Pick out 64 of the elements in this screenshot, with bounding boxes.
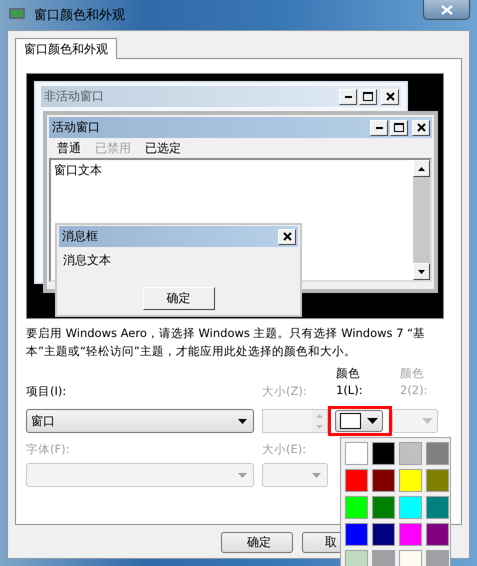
down-arrow-icon	[418, 270, 425, 274]
color-cell[interactable]	[345, 442, 368, 465]
color-label: 颜色 2(2):	[399, 365, 428, 399]
item-label: 项目(I):	[26, 384, 68, 400]
down-arrow-icon	[316, 424, 323, 428]
monitor-icon	[8, 6, 26, 24]
item-dropdown[interactable]: 窗口	[26, 409, 254, 433]
minimize-icon	[376, 126, 382, 128]
color-cell[interactable]	[426, 523, 449, 546]
color-picker-button[interactable]	[335, 410, 383, 432]
color-cell[interactable]	[345, 523, 368, 546]
menu-item[interactable]: 已选定	[145, 140, 181, 156]
up-arrow-icon	[418, 166, 425, 170]
color-label: 颜色 1(L):	[335, 365, 364, 399]
color-cell[interactable]	[345, 496, 368, 519]
dropdown-arrow-icon	[422, 418, 433, 424]
tab[interactable]: 窗口颜色和外观	[15, 38, 117, 59]
maximize-icon	[363, 92, 373, 101]
size-label: 大小(E):	[262, 442, 308, 458]
color-cell[interactable]	[426, 469, 449, 492]
color-cell[interactable]	[399, 469, 422, 492]
window-text: 窗口文本	[54, 163, 102, 177]
font-label: 字体(F):	[26, 442, 70, 458]
maximize-button[interactable]	[390, 120, 408, 136]
color-cell[interactable]	[399, 442, 422, 465]
dropdown-arrow-icon	[238, 472, 247, 478]
minimize-icon	[344, 96, 352, 98]
color-cell[interactable]	[426, 496, 449, 519]
menu-item[interactable]: 普通	[57, 140, 81, 156]
color-cell[interactable]	[372, 442, 395, 465]
close-icon	[282, 232, 292, 241]
scrollbar[interactable]	[413, 160, 430, 280]
ok-button[interactable]: 确定	[221, 532, 293, 553]
close-icon	[416, 123, 426, 132]
close-button[interactable]	[423, 0, 470, 20]
color-picker-button[interactable]	[392, 409, 438, 433]
close-icon	[386, 92, 394, 101]
dropdown-arrow-icon	[367, 418, 378, 424]
color-cell[interactable]	[399, 523, 422, 546]
message-text: 消息文本	[62, 252, 112, 269]
close-icon	[440, 4, 452, 14]
window-title: 非活动窗口	[44, 88, 104, 105]
dropdown-arrow-icon	[238, 418, 247, 424]
size-dropdown[interactable]	[262, 463, 328, 487]
color-cell[interactable]	[372, 469, 395, 492]
color-cell[interactable]	[345, 469, 368, 492]
scroll-up-button[interactable]	[413, 160, 430, 177]
color-cell[interactable]	[372, 496, 395, 519]
scroll-down-button[interactable]	[413, 263, 430, 280]
up-arrow-icon	[316, 414, 323, 418]
window-title: 活动窗口	[52, 119, 100, 136]
size-label: 大小(Z):	[262, 384, 308, 400]
color-cell[interactable]	[426, 442, 449, 465]
minimize-button[interactable]	[370, 120, 388, 136]
size-spinbox[interactable]	[262, 409, 328, 433]
ok-button[interactable]: 确定	[142, 287, 214, 310]
info-text: 要启用 Windows Aero，请选择 Windows 主题。只有选择 Windows 7 “基本”主题或“轻松访问”主题，才能应用此处选择的颜色和大小。	[26, 325, 426, 360]
window-title: 消息框	[62, 228, 98, 245]
dropdown-arrow-icon	[312, 472, 321, 478]
color-cell[interactable]	[372, 523, 395, 546]
window-title: 窗口颜色和外观	[34, 7, 125, 24]
maximize-icon	[394, 123, 404, 132]
color-cell[interactable]	[399, 496, 422, 519]
font-dropdown[interactable]	[26, 463, 254, 487]
